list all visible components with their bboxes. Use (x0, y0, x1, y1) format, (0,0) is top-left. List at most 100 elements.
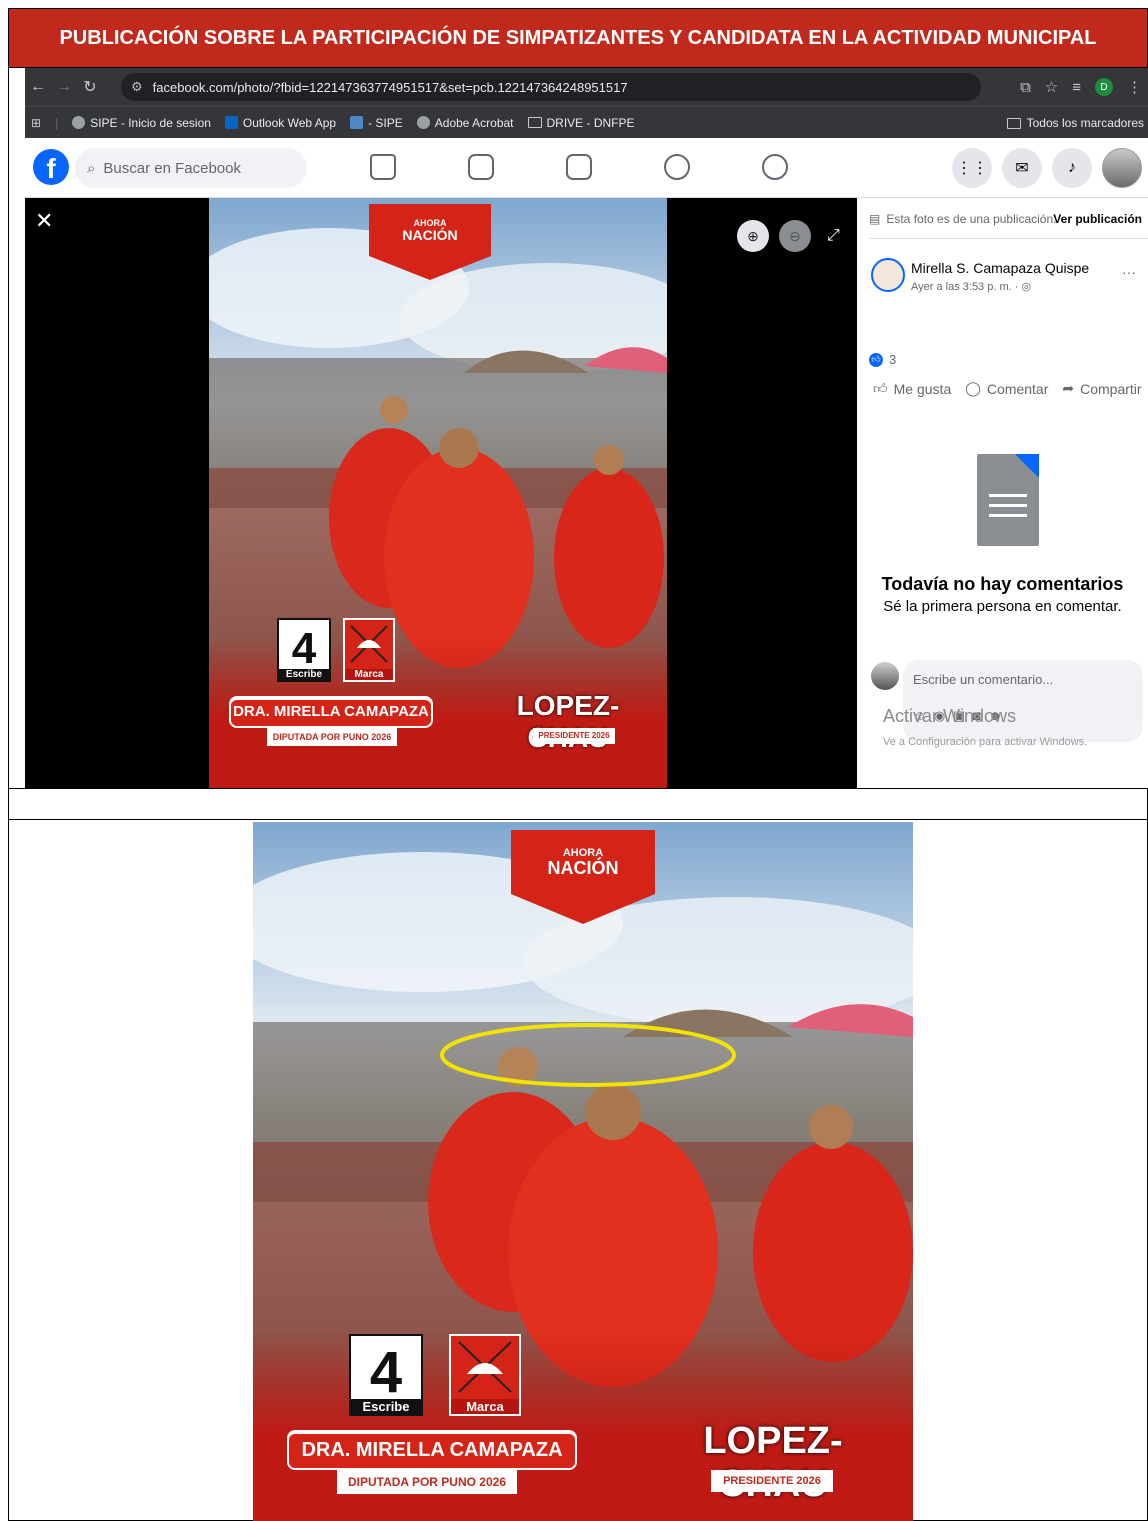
search-icon: ⌕ (87, 159, 96, 177)
document-title: PUBLICACIÓN SOBRE LA PARTICIPACIÓN DE SI… (59, 26, 1097, 49)
zoom-in-icon[interactable]: ⊕ (737, 220, 769, 252)
comment-icon: ◯ (965, 380, 981, 396)
like-reaction-icon: 👍︎ (869, 352, 883, 367)
enlarged-brand-bottom: NACIÓN (547, 857, 619, 878)
marketplace-icon[interactable] (566, 154, 592, 180)
no-comments-title: Todavía no hay comentarios (881, 574, 1124, 594)
campaign-poster: AHORA NACIÓN 4 Escribe Marca DRA. MIRELL… (209, 198, 667, 788)
section-divider (8, 788, 1148, 820)
comment-button[interactable]: ◯ Comentar (965, 380, 1048, 397)
candidate-name: DRA. MIRELLA CAMAPAZA (231, 698, 431, 726)
photo-viewer: ✕ AHORA NACIÓN 4 Escribe Marca DRA. MIRE… (25, 198, 857, 788)
enlarged-ballot-number: 4 (369, 1339, 403, 1405)
crossed-logo-icon (350, 625, 388, 663)
bookmark-drive[interactable]: DRIVE - DNFPE (527, 116, 635, 130)
folder-icon (1006, 117, 1021, 129)
share-button[interactable]: ➦ Compartir (1062, 380, 1141, 397)
view-post-link[interactable]: Ver publicación (1053, 212, 1142, 226)
folder-icon (527, 117, 542, 128)
enlarged-ballot-mark-box: Marca (449, 1334, 521, 1416)
reaction-count[interactable]: 👍︎ 3 (869, 352, 896, 367)
ballot-mark-label: Marca (345, 669, 393, 680)
menu-icon[interactable]: ⋮ (1127, 78, 1142, 96)
president-name: LOPEZ-CHAU (516, 690, 620, 753)
brand-banner-tail (369, 256, 491, 280)
post-icon: ▤ (869, 212, 881, 226)
comment-placeholder: Escribe un comentario... (913, 672, 1054, 687)
author-name[interactable]: Mirella S. Camapaza Quispe (911, 260, 1089, 276)
globe-icon (72, 116, 86, 129)
bookmark-outlook[interactable]: Outlook Web App (224, 116, 336, 130)
profile-avatar[interactable]: D (1095, 78, 1113, 96)
empty-document-icon (977, 454, 1039, 546)
notifications-icon[interactable]: ♪ (1052, 148, 1092, 188)
bookmark-sipe[interactable]: - SIPE (350, 116, 403, 130)
expand-icon[interactable]: ⤢ (827, 227, 840, 245)
url-text: facebook.com/photo/?fbid=122147363774951… (152, 79, 628, 95)
enlarged-brand-tail (511, 894, 655, 924)
enlarged-president-name: LOPEZ-CHAU (703, 1420, 843, 1505)
post-actions: 👍︎ Me gusta ◯ Comentar ➦ Compartir (873, 380, 1142, 397)
globe-icon: ◎ (1021, 281, 1032, 293)
comment-input[interactable]: Escribe un comentario... ☺ ◉ ▣ ◙ ☻ (903, 660, 1143, 742)
more-options-icon[interactable]: ··· (1122, 264, 1136, 280)
bookmark-star-icon[interactable]: ☆ (1045, 78, 1058, 96)
ballot-number: 4 (291, 624, 317, 674)
install-icon[interactable]: ⧉ (1020, 79, 1031, 96)
like-button[interactable]: 👍︎ Me gusta (873, 380, 951, 397)
globe-icon (416, 116, 430, 129)
brand-banner: AHORA NACIÓN (369, 204, 491, 256)
commenter-avatar (871, 662, 899, 690)
browser-toolbar: ← → ↻ ⚙ facebook.com/photo/?fbid=1221473… (25, 68, 1148, 106)
enlarged-ballot-mark-label: Marca (451, 1399, 519, 1414)
post-time[interactable]: Ayer a las 3:53 p. m. · ◎ (911, 280, 1031, 293)
close-icon[interactable]: ✕ (35, 208, 53, 234)
account-avatar[interactable] (1102, 148, 1142, 188)
menu-grid-icon[interactable]: ⋮⋮ (952, 148, 992, 188)
ballot-number-box: 4 Escribe (277, 618, 331, 682)
bookmark-sipe-login[interactable]: SIPE - Inicio de sesion (72, 116, 211, 130)
video-icon[interactable] (468, 154, 494, 180)
facebook-actions: ⋮⋮ ✉ ♪ (952, 148, 1142, 188)
forward-icon[interactable]: → (51, 78, 77, 96)
reading-list-icon[interactable]: ≡ (1072, 79, 1081, 96)
groups-icon[interactable] (664, 154, 690, 180)
document-header: PUBLICACIÓN SOBRE LA PARTICIPACIÓN DE SI… (8, 8, 1148, 68)
site-settings-icon[interactable]: ⚙ (131, 79, 143, 95)
enlarged-candidate-name: DRA. MIRELLA CAMAPAZA (289, 1432, 575, 1468)
back-icon[interactable]: ← (25, 78, 51, 96)
browser-actions: ⧉ ☆ ≡ D ⋮ (1020, 68, 1142, 106)
enlarged-crossed-logo-icon (458, 1341, 512, 1393)
enlarged-ballot-number-label: Escribe (351, 1399, 421, 1414)
photo-note: ▤ Esta foto es de una publicación. (869, 212, 1057, 226)
messenger-icon[interactable]: ✉ (1002, 148, 1042, 188)
author-avatar[interactable] (871, 258, 905, 292)
gaming-icon[interactable] (762, 154, 788, 180)
apps-icon[interactable]: ⊞ (31, 116, 41, 130)
enlarged-ballot-number-box: 4 Escribe (349, 1334, 423, 1416)
facebook-logo[interactable]: f (33, 149, 69, 185)
bookmark-adobe[interactable]: Adobe Acrobat (416, 116, 514, 130)
facebook-header: f ⌕ Buscar en Facebook ⋮⋮ ✉ ♪ (25, 138, 1148, 198)
facebook-search[interactable]: ⌕ Buscar en Facebook (75, 148, 307, 188)
all-bookmarks[interactable]: Todos los marcadores (1006, 107, 1148, 139)
home-icon[interactable] (370, 154, 396, 180)
zoom-out-icon[interactable]: ⊖ (779, 220, 811, 252)
president-role: PRESIDENTE 2026 (533, 728, 615, 744)
bookmarks-bar: ⊞ | SIPE - Inicio de sesion Outlook Web … (25, 106, 1148, 138)
address-bar[interactable]: ⚙ facebook.com/photo/?fbid=1221473637749… (121, 73, 981, 101)
browser-screenshot: ← → ↻ ⚙ facebook.com/photo/?fbid=1221473… (25, 68, 1148, 788)
search-placeholder: Buscar en Facebook (103, 159, 241, 177)
brand-bottom: NACIÓN (402, 226, 458, 243)
windows-activation-watermark: Activar Windows (883, 706, 1017, 726)
reload-icon[interactable]: ↻ (77, 77, 103, 97)
outlook-icon (224, 116, 238, 129)
post-sidebar: ▤ Esta foto es de una publicación. Ver p… (857, 198, 1148, 788)
document-icon (350, 116, 364, 129)
ballot-number-label: Escribe (279, 669, 329, 680)
facebook-nav (370, 154, 788, 180)
divider (869, 238, 1148, 239)
share-icon: ➦ (1062, 380, 1075, 396)
ballot-mark-box: Marca (343, 618, 395, 682)
enlarged-president-role: PRESIDENTE 2026 (711, 1470, 833, 1492)
